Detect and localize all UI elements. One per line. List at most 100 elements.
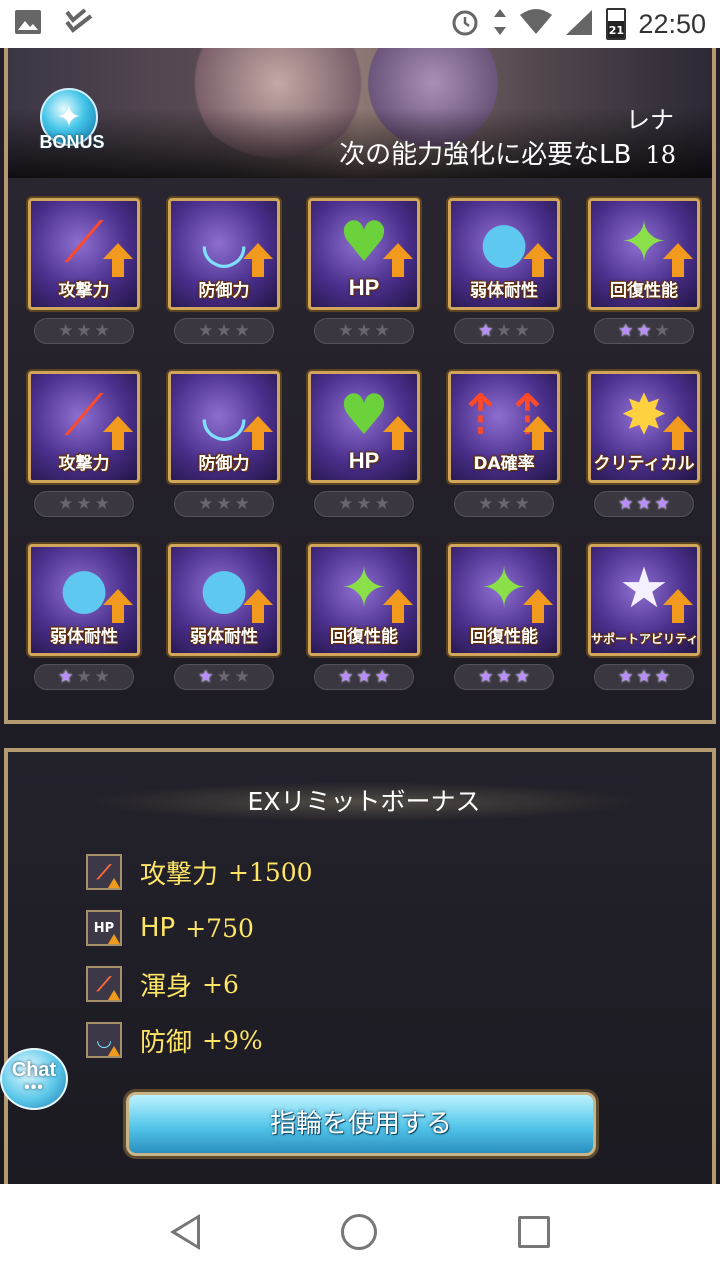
skill-label: DA確率 [473,454,535,474]
skill-tile[interactable]: ⇡⇡ DA確率 [448,371,560,483]
star-empty-icon: ★ [76,321,92,341]
skill-tile[interactable]: ● 弱体耐性 [28,544,140,656]
star-rating: ★ ★ ★ [34,491,134,517]
skill-cell[interactable]: ✦ 回復性能 ★ ★ ★ [448,544,560,694]
star-empty-icon: ★ [234,494,250,514]
ex-bonus-value: +6 [202,969,239,999]
skill-label: HP [348,448,380,473]
ex-bonus-title: EXリミットボーナス [88,782,640,822]
skill-label: 回復性能 [330,627,398,647]
ex-bonus-value: +9% [202,1025,263,1055]
hp-up-icon: HP [86,910,122,946]
skill-cell[interactable]: ● 弱体耐性 ★ ★ ★ [28,544,140,694]
star-rating: ★ ★ ★ [454,318,554,344]
skill-tile[interactable]: ⟋ 攻撃力 [28,198,140,310]
character-name: レナ [626,106,674,134]
arrow-up-icon [103,416,133,450]
bonus-badge[interactable]: ✦ BONUS [32,88,112,160]
skill-cell[interactable]: ✦ 回復性能 ★ ★ ★ [588,198,700,348]
ex-bonus-value: +1500 [228,857,313,887]
star-empty-icon: ★ [338,321,354,341]
gallery-icon [14,9,42,39]
ex-bonus-name: HP [140,913,176,943]
skill-tile[interactable]: ◡ 防御力 [168,371,280,483]
chat-dots-icon: ••• [24,1079,44,1096]
skill-cell[interactable]: ● 弱体耐性 ★ ★ ★ [448,198,560,348]
battery-charging-icon: 21 [606,8,627,40]
arrow-up-icon [103,243,133,277]
skill-label: 弱体耐性 [190,627,258,647]
lb-requirement-label: 次の能力強化に必要なLB [339,140,632,170]
chat-button[interactable]: Chat ••• [0,1048,68,1110]
star-empty-icon: ★ [356,494,372,514]
skill-grid: ⟋ 攻撃力 ★ ★ ★ ◡ 防御力 ★ ★ ★ ♥ HP ★ ★ ★ ● 弱体耐性 ★ ★ ★ ✦ 回復性能 ★ ★ ★ ⟋ 攻撃力… [28,198,708,694]
star-filled-icon: ★ [654,667,670,687]
star-rating: ★ ★ ★ [594,664,694,690]
skill-cell[interactable]: ◡ 防御力 ★ ★ ★ [168,371,280,521]
skill-tile[interactable]: ◡ 防御力 [168,198,280,310]
arrow-up-icon [243,589,273,623]
skill-tile[interactable]: ♥ HP [308,371,420,483]
skill-tile[interactable]: ✦ 回復性能 [588,198,700,310]
skill-cell[interactable]: ◡ 防御力 ★ ★ ★ [168,198,280,348]
recents-icon[interactable] [517,1216,550,1248]
star-rating: ★ ★ ★ [174,664,274,690]
arrow-up-icon [383,416,413,450]
star-filled-icon: ★ [338,667,354,687]
skill-label: 防御力 [198,281,250,301]
lb-requirement-value: 18 [645,141,676,169]
star-rating: ★ ★ ★ [34,318,134,344]
skill-tile[interactable]: ✦ 回復性能 [448,544,560,656]
skill-cell[interactable]: ⟋ 攻撃力 ★ ★ ★ [28,371,140,521]
use-ring-button[interactable]: 指輪を使用する [126,1092,596,1156]
ex-bonus-row-stamina: ⟋ 渾身 +6 [86,956,313,1012]
star-empty-icon: ★ [94,321,110,341]
navigation-bar [0,1184,720,1280]
star-empty-icon: ★ [234,667,250,687]
skill-tile[interactable]: ● 弱体耐性 [168,544,280,656]
star-filled-icon: ★ [496,667,512,687]
skill-cell[interactable]: ⟋ 攻撃力 ★ ★ ★ [28,198,140,348]
star-rating: ★ ★ ★ [314,664,414,690]
skill-tile[interactable]: ● 弱体耐性 [448,198,560,310]
skill-cell[interactable]: ♥ HP ★ ★ ★ [308,198,420,348]
lb-requirement: 次の能力強化に必要なLB 18 [339,134,676,171]
skill-cell[interactable]: ✸ クリティカル ★ ★ ★ [588,371,700,521]
skill-tile[interactable]: ✸ クリティカル [588,371,700,483]
star-filled-icon: ★ [374,667,390,687]
defense-up-icon: ◡ [86,1022,122,1058]
star-empty-icon: ★ [198,321,214,341]
skill-label: 回復性能 [470,627,538,647]
star-rating: ★ ★ ★ [594,491,694,517]
star-empty-icon: ★ [94,494,110,514]
star-filled-icon: ★ [514,667,530,687]
skill-tile[interactable]: ♥ HP [308,198,420,310]
skill-label: クリティカル [593,454,695,474]
skill-cell[interactable]: ★ サポートアビリティ ★ ★ ★ [588,544,700,694]
ex-bonus-name: 防御 [140,1027,193,1058]
clock: 22:50 [638,8,706,39]
skill-tile[interactable]: ★ サポートアビリティ [588,544,700,656]
star-filled-icon: ★ [58,667,74,687]
star-empty-icon: ★ [478,494,494,514]
arrow-up-icon [383,243,413,277]
star-filled-icon: ★ [636,321,652,341]
home-icon[interactable] [340,1214,377,1250]
skill-cell[interactable]: ✦ 回復性能 ★ ★ ★ [308,544,420,694]
skill-label: 攻撃力 [58,281,110,301]
skill-cell[interactable]: ♥ HP ★ ★ ★ [308,371,420,521]
skill-tile[interactable]: ✦ 回復性能 [308,544,420,656]
star-empty-icon: ★ [58,321,74,341]
skill-tile[interactable]: ⟋ 攻撃力 [28,371,140,483]
star-empty-icon: ★ [496,321,512,341]
arrow-up-icon [523,589,553,623]
star-empty-icon: ★ [654,321,670,341]
star-rating: ★ ★ ★ [174,491,274,517]
star-empty-icon: ★ [216,321,232,341]
back-icon[interactable] [170,1214,201,1250]
star-rating: ★ ★ ★ [174,318,274,344]
star-empty-icon: ★ [496,494,512,514]
skill-cell[interactable]: ⇡⇡ DA確率 ★ ★ ★ [448,371,560,521]
star-filled-icon: ★ [618,494,634,514]
skill-cell[interactable]: ● 弱体耐性 ★ ★ ★ [168,544,280,694]
